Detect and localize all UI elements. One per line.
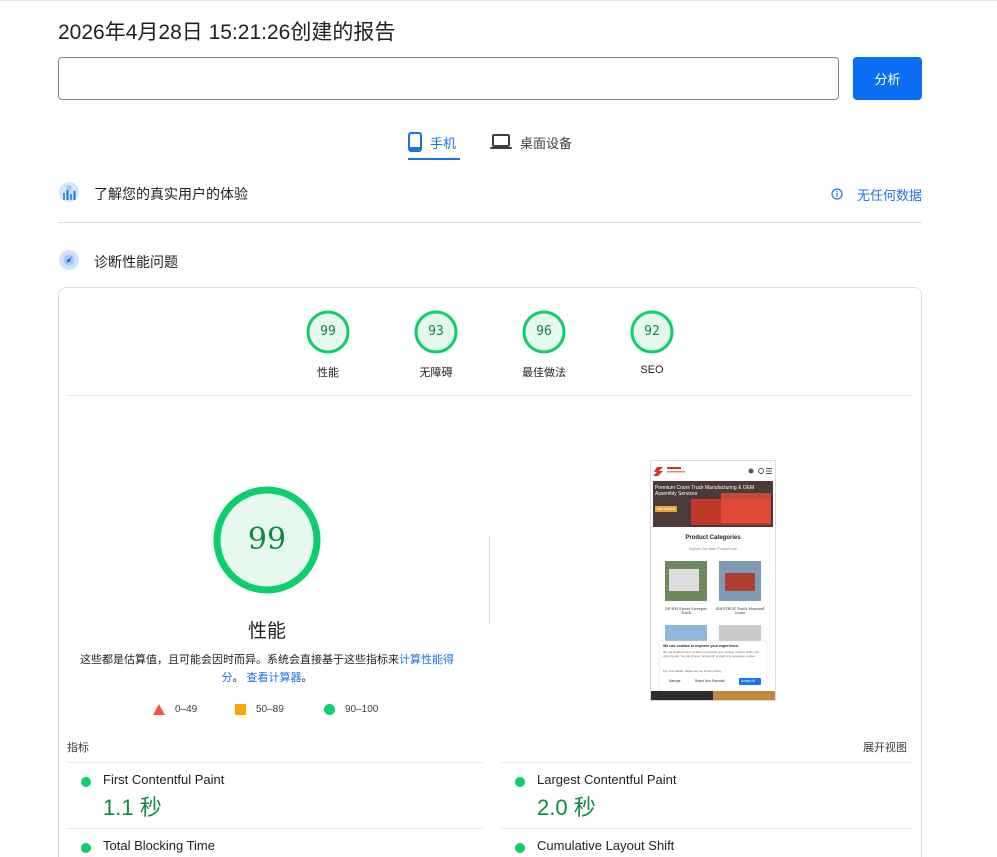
- final-screenshot[interactable]: Premium Crane Truck Manufacturing & OEM …: [650, 460, 776, 701]
- triangle-icon: [153, 704, 165, 715]
- crux-icon: [58, 179, 80, 210]
- legend-range: 0–49: [175, 704, 198, 715]
- screenshot-item1: DF-HM Street Sweeper Truck: [665, 607, 707, 615]
- metrics-divider: [67, 762, 483, 763]
- screenshot-categories-title: Product Categories: [685, 535, 741, 541]
- screenshot-cookie-title: We use cookies to improve your experienc…: [663, 644, 739, 648]
- metrics-divider: [67, 828, 483, 829]
- tab-desktop-label: 桌面设备: [520, 135, 573, 151]
- screenshot-hero-text: Premium Crane Truck Manufacturing & OEM …: [655, 485, 755, 497]
- screenshot-cookie-more: For more details, please see our Privacy…: [663, 669, 722, 673]
- score-gauge-accessibility[interactable]: 93 无障碍: [396, 310, 476, 380]
- metric-name: First Contentful Paint: [103, 772, 225, 787]
- screenshot-categories-sub: Explore Our Main Product Line: [689, 547, 737, 551]
- card-divider: [67, 395, 913, 396]
- top-border: [0, 0, 997, 1]
- screenshot-reject-button: Reject Non-Essential: [695, 679, 725, 683]
- legend-range: 50–89: [256, 704, 284, 715]
- score-value: 99: [320, 324, 336, 339]
- info-icon: [831, 188, 843, 200]
- section-divider: [58, 222, 922, 223]
- score-ring: 99: [306, 310, 350, 354]
- metrics-divider: [501, 828, 913, 829]
- screenshot-manage-button: Manage: [669, 679, 681, 683]
- score-value: 93: [428, 324, 444, 339]
- performance-description: 这些都是估算值，且可能会因时而异。系统会直接基于这些指标来计算性能得分。 查看计…: [79, 651, 455, 687]
- legend-fail: 0–49: [153, 704, 197, 715]
- vertical-divider: [489, 536, 490, 624]
- tab-mobile[interactable]: 手机: [408, 124, 460, 160]
- no-data-link[interactable]: 无任何数据: [831, 185, 922, 204]
- screenshot-hero-button: Get Started: [657, 507, 675, 511]
- score-value: 96: [536, 324, 552, 339]
- screenshot-accept-button: Accept All: [741, 679, 755, 683]
- laptop-icon: [490, 134, 512, 150]
- diagnose-section-header: 诊断性能问题: [58, 249, 922, 275]
- pass-circle-icon: [515, 777, 525, 787]
- metric-value: 2.0 秒: [537, 795, 596, 820]
- performance-label: 性能: [247, 621, 286, 642]
- legend-pass: 90–100: [324, 704, 378, 715]
- score-label: 性能: [317, 367, 339, 379]
- score-ring: 96: [522, 310, 566, 354]
- pass-circle-icon: [515, 843, 525, 853]
- score-label: 无障碍: [419, 367, 453, 379]
- no-data-label: 无任何数据: [856, 187, 922, 203]
- analyze-button[interactable]: 分析: [853, 57, 922, 100]
- url-input[interactable]: [58, 57, 839, 100]
- square-icon: [235, 704, 246, 715]
- score-gauge-performance[interactable]: 99 性能: [288, 310, 368, 380]
- tab-selected-indicator: [408, 158, 460, 160]
- screenshot-item2: SINOTRUK Truck Mounted Crane: [715, 607, 765, 615]
- desc-sep: 。: [232, 672, 244, 684]
- performance-score: 99: [247, 522, 287, 557]
- legend-average: 50–89: [235, 704, 284, 715]
- score-gauge-seo[interactable]: 92 SEO: [612, 310, 692, 376]
- diagnose-title: 诊断性能问题: [94, 254, 178, 270]
- metric-value: 1.1 秒: [103, 795, 162, 820]
- crux-title: 了解您的真实用户的体验: [94, 186, 248, 202]
- report-card: 99 性能 93 无障碍 96 最佳做法 92 SEO 99 性能 这些都是估算…: [58, 287, 922, 857]
- legend-range: 90–100: [345, 704, 379, 715]
- pass-circle-icon: [81, 843, 91, 853]
- metric-name: Cumulative Layout Shift: [537, 838, 675, 853]
- expand-view-toggle[interactable]: 展开视图: [863, 739, 907, 755]
- diagnose-icon: [58, 249, 80, 276]
- report-title: 2026年4月28日 15:21:26创建的报告: [58, 21, 396, 44]
- crux-section-header: 了解您的真实用户的体验 无任何数据: [58, 180, 922, 208]
- desc-text: 这些都是估算值，且可能会因时而异。系统会直接基于这些指标来: [80, 654, 399, 666]
- tab-mobile-label: 手机: [430, 135, 457, 151]
- pass-circle-icon: [81, 777, 91, 787]
- metric-name: Largest Contentful Paint: [537, 772, 677, 787]
- calculator-link[interactable]: 查看计算器: [247, 672, 302, 684]
- score-label: 最佳做法: [522, 367, 566, 379]
- performance-big-gauge: 99: [212, 485, 322, 595]
- metrics-divider: [501, 762, 913, 763]
- mobile-phone-icon: [408, 132, 422, 152]
- score-ring: 92: [630, 310, 674, 354]
- score-label: SEO: [640, 364, 664, 376]
- circle-icon: [324, 704, 335, 715]
- tab-desktop[interactable]: 桌面设备: [490, 124, 572, 160]
- score-gauge-best-practices[interactable]: 96 最佳做法: [504, 310, 584, 380]
- desc-end: 。: [301, 672, 313, 684]
- metric-name: Total Blocking Time: [103, 838, 215, 853]
- screenshot-cookie-text: We use small amounts of data to remember…: [663, 650, 759, 658]
- metrics-header: 指标: [67, 742, 89, 754]
- score-ring: 93: [414, 310, 458, 354]
- score-value: 92: [644, 324, 660, 339]
